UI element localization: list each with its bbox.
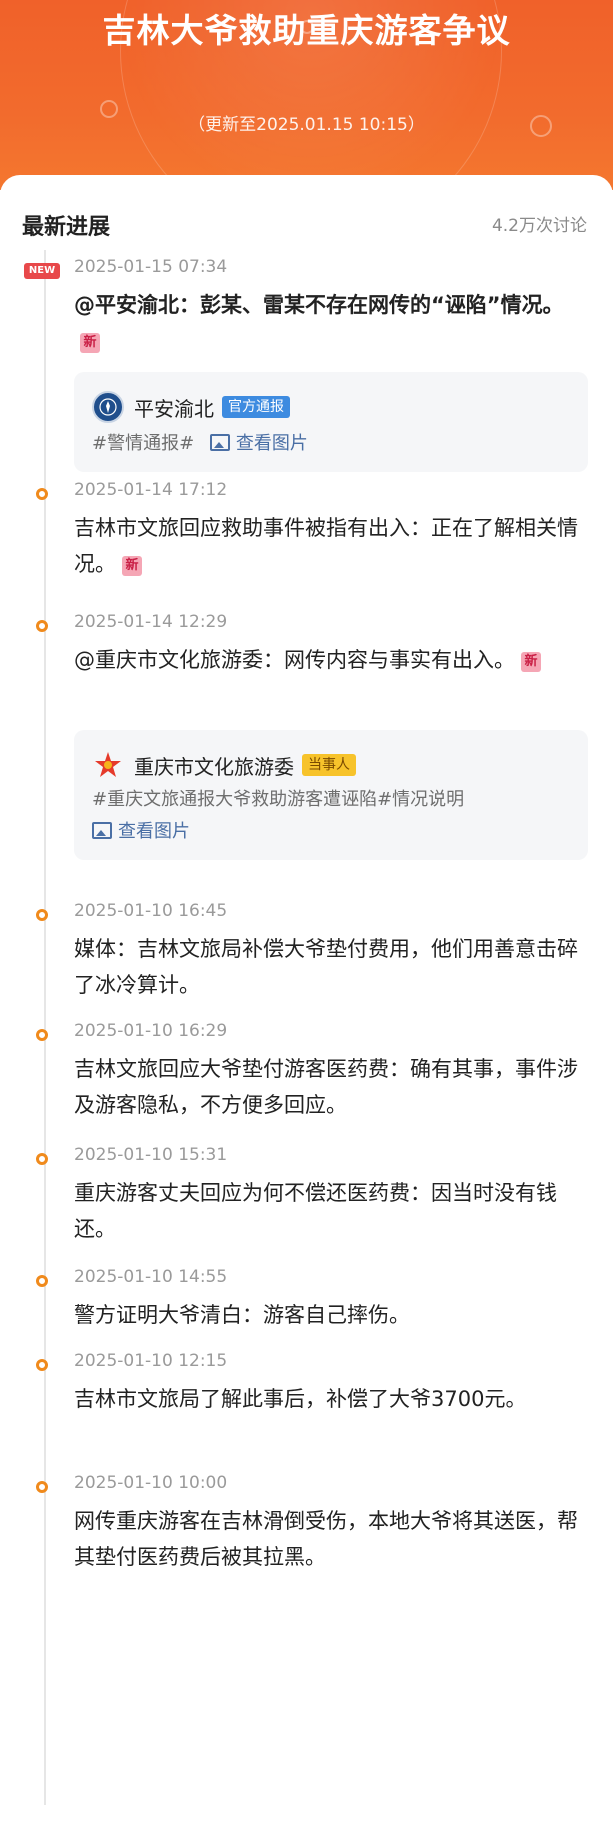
view-images-label: 查看图片 [118,821,190,842]
page-title: 吉林大爷救助重庆游客争议 [102,11,511,50]
entry-time: 2025-01-10 16:45 [74,901,228,921]
source-name[interactable]: 重庆市文化旅游委 [134,751,294,780]
section-title: 最新进展 [22,215,111,240]
entry-text[interactable]: @重庆市文化旅游委：网传内容与事实有出入。新 [74,642,579,678]
view-images-link[interactable]: 查看图片 [92,818,464,846]
timeline-dot-icon [36,1029,48,1041]
hashtag-link[interactable]: #重庆文旅通报大爷救助游客遭诬陷#情况说明 [92,786,464,814]
view-images-label: 查看图片 [235,433,308,454]
timeline-dot-icon [36,1275,48,1287]
entry-text[interactable]: 媒体：吉林文旅局补偿大爷垫付费用，他们用善意击碎了冰冷算计。 [74,931,579,1003]
source-row: 重庆市文化旅游委 当事人 [92,748,356,782]
entry-time: 2025-01-10 15:31 [74,1145,228,1165]
entry-time: 2025-01-10 10:00 [74,1473,228,1493]
header-banner: 吉林大爷救助重庆游客争议 （更新至2025.01.15 10:15） [0,0,613,190]
view-images-link[interactable]: 查看图片 [209,433,308,454]
timeline-dot-icon [36,1153,48,1165]
timeline-dot-icon [36,620,48,632]
entry-text-content: @平安渝北：彭某、雷某不存在网传的“诬陷”情况。 [74,293,564,317]
progress-card: 最新进展 4.2万次讨论 NEW 2025-01-15 07:34 @平安渝北：… [0,175,613,1848]
update-time: （更新至2025.01.15 10:15） [188,115,425,135]
entry-text[interactable]: 网传重庆游客在吉林滑倒受伤，本地大爷将其送医，帮其垫付医药费后被其拉黑。 [74,1503,579,1575]
entry-time: 2025-01-10 14:55 [74,1267,228,1287]
hashtag-link[interactable]: #警情通报# [92,433,194,454]
police-emblem-icon [92,391,124,423]
entry-text[interactable]: 重庆游客丈夫回应为何不偿还医药费：因当时没有钱还。 [74,1175,579,1247]
entry-text-content: 吉林市文旅回应救助事件被指有出入：正在了解相关情况。 [74,516,578,576]
source-card[interactable]: 重庆市文化旅游委 当事人 #重庆文旅通报大爷救助游客遭诬陷#情况说明 查看图片 [74,730,588,860]
timeline-dot-icon [36,488,48,500]
image-icon [209,434,230,451]
timeline-dot-icon [36,1481,48,1493]
entry-time: 2025-01-14 17:12 [74,480,228,500]
source-tags: #重庆文旅通报大爷救助游客遭诬陷#情况说明 查看图片 [92,786,464,846]
timeline-dot-icon [36,1359,48,1371]
image-icon [92,822,112,839]
source-card[interactable]: 平安渝北 官方通报 #警情通报# 查看图片 [74,372,588,472]
new-badge: 新 [122,556,142,576]
source-tags: #警情通报# 查看图片 [92,430,308,458]
official-badge: 官方通报 [222,396,290,418]
entry-time: 2025-01-15 07:34 [74,257,228,277]
entry-text[interactable]: 吉林市文旅局了解此事后，补偿了大爷3700元。 [74,1381,579,1417]
timeline-dot-icon [36,909,48,921]
party-badge: 当事人 [302,754,356,776]
entry-text[interactable]: 吉林文旅回应大爷垫付游客医药费：确有其事，事件涉及游客隐私，不方便多回应。 [74,1051,579,1123]
entry-text[interactable]: @平安渝北：彭某、雷某不存在网传的“诬陷”情况。新 [74,287,579,359]
new-badge: 新 [80,333,100,353]
entry-time: 2025-01-14 12:29 [74,612,228,632]
timeline-line [44,250,46,1805]
new-badge: 新 [521,652,541,672]
tourism-logo-icon [92,749,124,781]
entry-text-content: @重庆市文化旅游委：网传内容与事实有出入。 [74,648,515,672]
entry-text[interactable]: 吉林市文旅回应救助事件被指有出入：正在了解相关情况。新 [74,510,579,582]
source-row: 平安渝北 官方通报 [92,390,290,424]
entry-time: 2025-01-10 16:29 [74,1021,228,1041]
source-name[interactable]: 平安渝北 [134,393,214,422]
entry-time: 2025-01-10 12:15 [74,1351,228,1371]
discussion-count[interactable]: 4.2万次讨论 [492,211,587,236]
new-tag: NEW [24,263,60,279]
entry-text[interactable]: 警方证明大爷清白：游客自己摔伤。 [74,1297,579,1333]
